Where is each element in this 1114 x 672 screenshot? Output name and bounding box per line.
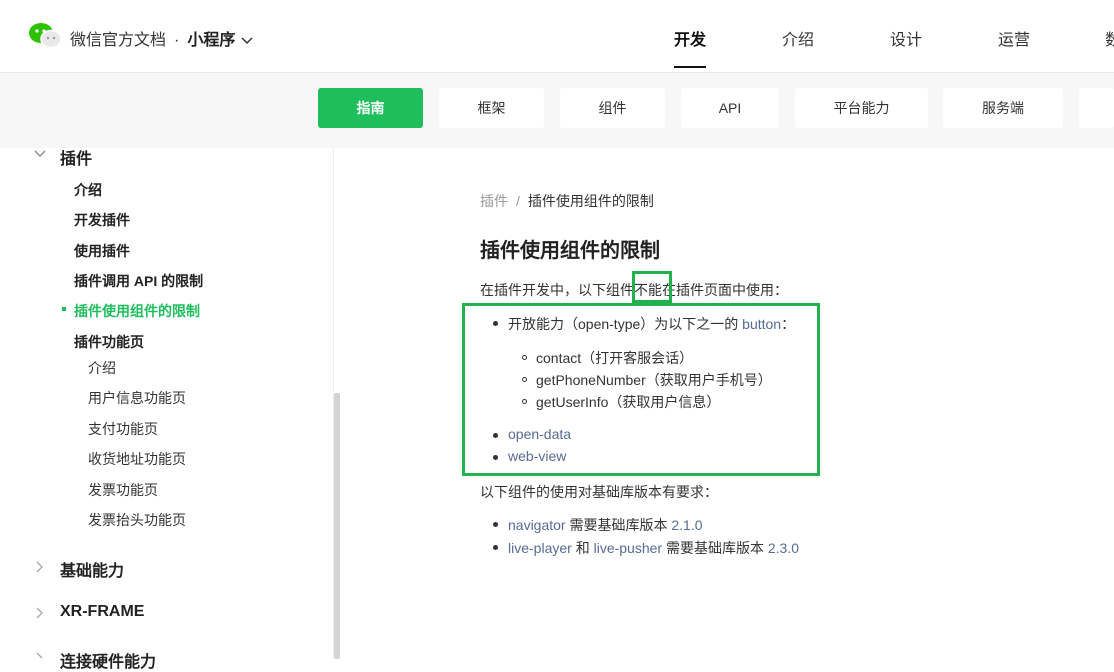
sidebar-section-plugin[interactable]: 插件 [60,145,92,169]
list-item-text: 需要基础库版本 [665,540,764,556]
breadcrumb-separator: / [516,193,520,209]
brand-separator: · [174,32,180,49]
nav-operations[interactable]: 运营 [998,26,1030,50]
brand-title: 微信官方文档 [70,32,167,49]
wechat-logo-icon[interactable] [28,22,62,50]
breadcrumb: 插件 / 插件使用组件的限制 [480,191,654,211]
navigator-link[interactable]: navigator [508,517,566,533]
chevron-down-icon[interactable] [241,37,253,45]
sidebar-subitem-invoice-title-page[interactable]: 发票抬头功能页 [88,510,186,530]
sidebar-item-api-limits[interactable]: 插件调用 API 的限制 [74,271,203,291]
version-paragraph: 以下组件的使用对基础库版本有要求： [480,484,718,500]
version-link[interactable]: 2.3.0 [768,540,799,556]
list-bullet [493,522,498,527]
top-header: 微信官方文档 · 小程序 开发 介绍 设计 运营 数 [0,0,1114,73]
chevron-right-icon[interactable] [36,652,44,659]
tab-more[interactable] [1079,88,1114,128]
sidebar-item-component-limits[interactable]: 插件使用组件的限制 [74,301,200,321]
list-item-and: 和 [575,540,590,556]
sidebar-item-use-plugin[interactable]: 使用插件 [74,241,130,261]
sidebar-subitem-intro[interactable]: 介绍 [88,358,116,378]
sidebar-scrollbar-thumb[interactable] [334,393,340,659]
page-title: 插件使用组件的限制 [480,240,660,262]
tab-components[interactable]: 组件 [560,88,665,128]
sidebar-section-xr-frame[interactable]: XR-FRAME [60,603,144,621]
sidebar-subitem-address-page[interactable]: 收货地址功能页 [88,449,186,469]
breadcrumb-current: 插件使用组件的限制 [527,193,654,209]
sidebar-item-develop-plugin[interactable]: 开发插件 [74,210,130,230]
nav-intro[interactable]: 介绍 [782,26,814,50]
product-switcher-label[interactable]: 小程序 [187,32,235,49]
nav-data[interactable]: 数 [1105,26,1114,50]
list-item-text: 需要基础库版本 [569,517,668,533]
highlight-box [462,303,820,476]
breadcrumb-root[interactable]: 插件 [480,193,508,209]
live-pusher-link[interactable]: live-pusher [594,540,662,556]
brand[interactable]: 微信官方文档 · 小程序 [70,26,253,50]
version-link[interactable]: 2.1.0 [671,517,702,533]
sidebar-subitem-payment-page[interactable]: 支付功能页 [88,419,158,439]
list-item: navigator 需要基础库版本 2.1.0 [508,515,703,535]
tab-guide[interactable]: 指南 [318,88,423,128]
sidebar-item-function-pages[interactable]: 插件功能页 [74,332,144,352]
chevron-right-icon[interactable] [36,607,44,619]
nav-design[interactable]: 设计 [890,26,922,50]
tab-server[interactable]: 服务端 [943,88,1063,128]
sidebar-section-hardware[interactable]: 连接硬件能力 [60,648,156,672]
tab-framework[interactable]: 框架 [439,88,544,128]
sub-nav: 指南 框架 组件 API 平台能力 服务端 [0,73,1114,148]
tab-platform-capabilities[interactable]: 平台能力 [795,88,928,128]
sidebar-item-intro[interactable]: 介绍 [74,180,102,200]
chevron-right-icon[interactable] [36,561,44,573]
list-bullet [493,545,498,550]
highlight-box [632,271,672,303]
sidebar-subitem-userinfo-page[interactable]: 用户信息功能页 [88,388,186,408]
chevron-down-icon[interactable] [34,150,46,158]
nav-active-underline [674,66,706,68]
sidebar-subitem-invoice-page[interactable]: 发票功能页 [88,480,158,500]
live-player-link[interactable]: live-player [508,540,572,556]
active-indicator [62,307,66,311]
tab-api[interactable]: API [681,88,779,128]
list-item: live-player 和 live-pusher 需要基础库版本 2.3.0 [508,538,799,558]
sidebar-section-basic-capabilities[interactable]: 基础能力 [60,557,124,581]
nav-develop[interactable]: 开发 [674,26,706,50]
